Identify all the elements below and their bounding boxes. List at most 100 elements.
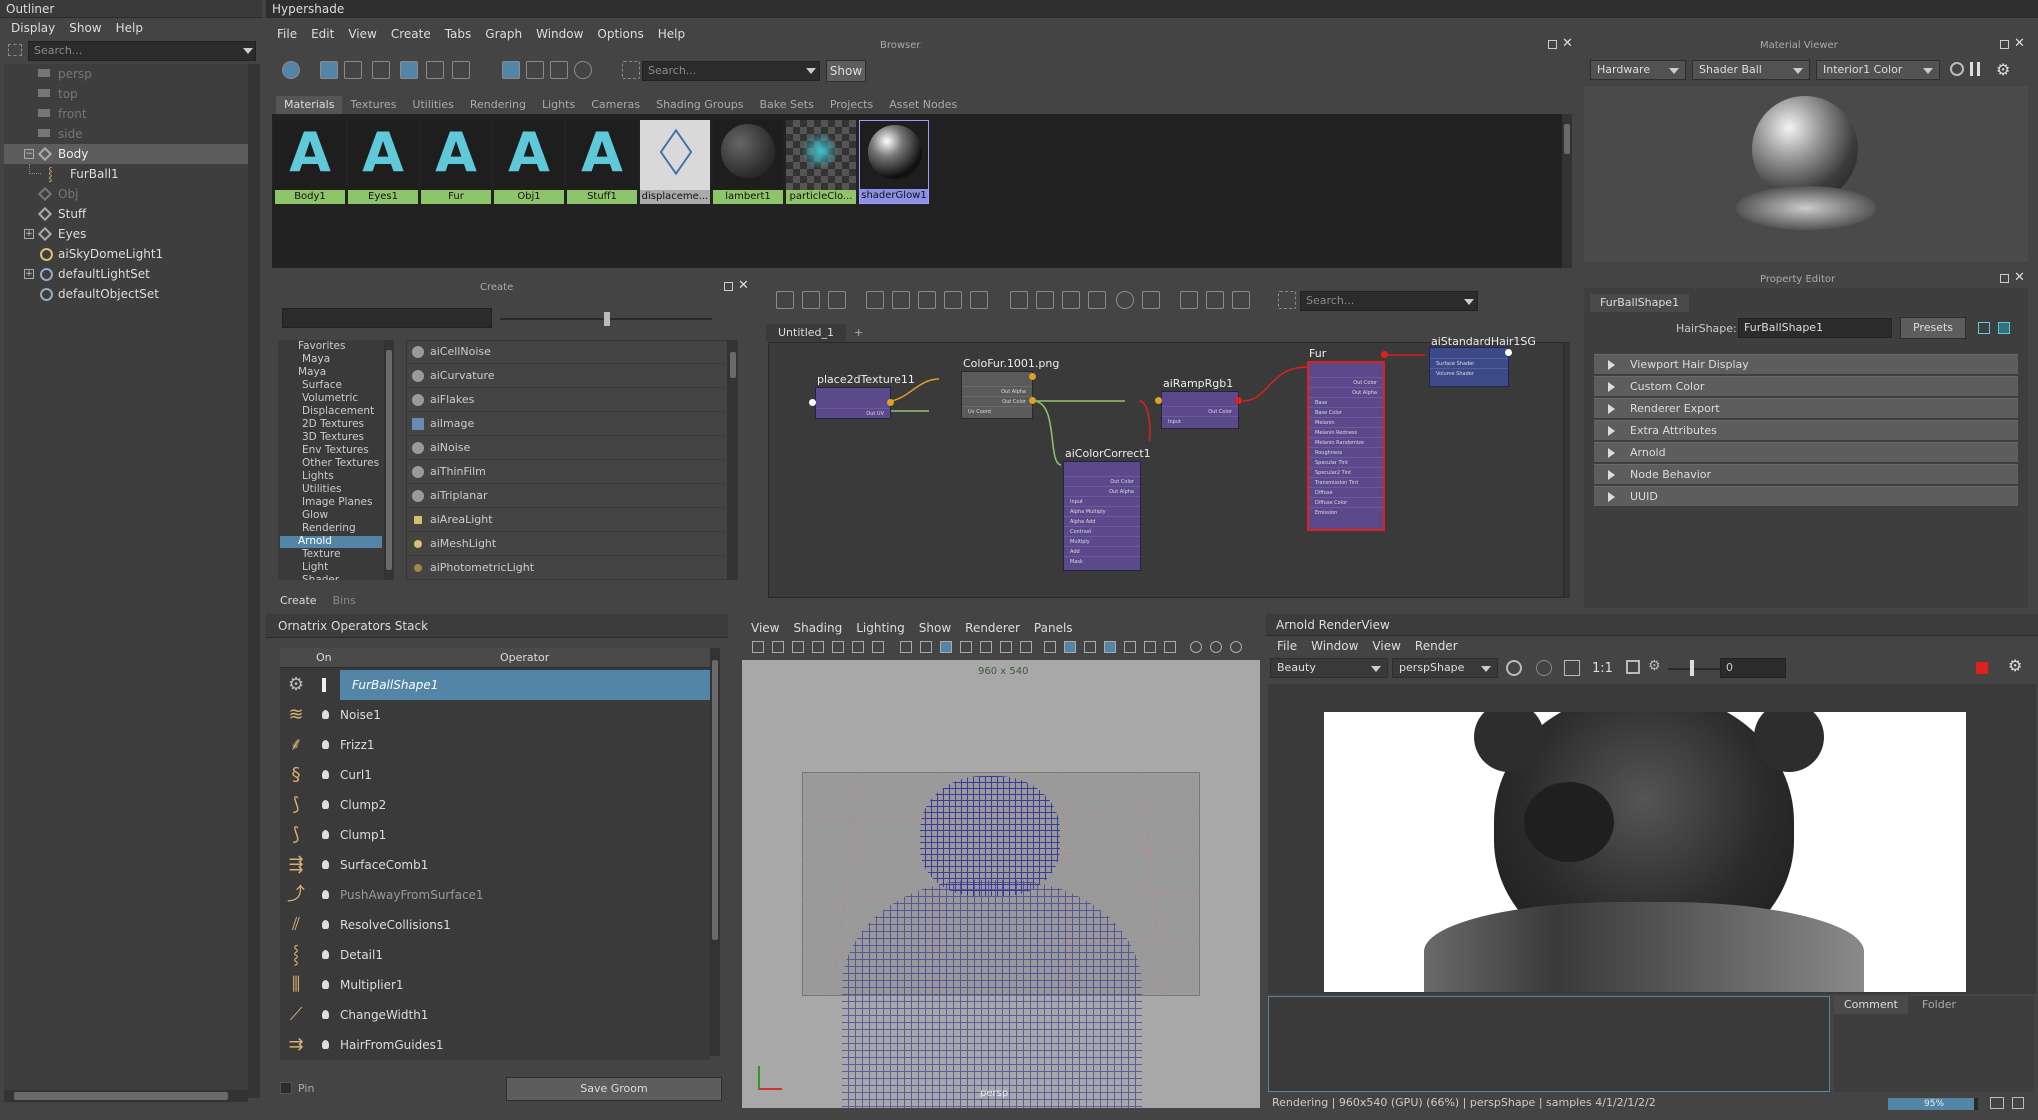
pause-icon[interactable] [1970,62,1980,76]
close-icon[interactable]: ✕ [738,278,749,293]
node-aicolorcorrect[interactable]: Out Color Out Alpha Input Alpha Multiply… [1063,461,1141,571]
section-renderer-export[interactable]: Renderer Export [1594,398,2018,418]
close-icon[interactable]: ✕ [1562,36,1573,51]
aov-dropdown[interactable]: Beauty [1270,658,1388,678]
layout-icon[interactable] [1010,291,1028,309]
sort-type-icon[interactable] [526,61,544,79]
tab-lights[interactable]: Lights [534,96,583,114]
bulb-icon[interactable] [322,800,329,809]
menu-window[interactable]: Window [529,24,590,44]
rv-menu-render[interactable]: Render [1408,636,1465,656]
material-swatch[interactable]: A Fur [421,120,491,204]
vp-tool-icon[interactable] [1124,641,1136,653]
outliner-search-input[interactable]: Search... [28,41,256,61]
operator-row-curl1[interactable]: § Curl1 [280,760,710,790]
vp-menu-show[interactable]: Show [912,618,958,638]
operators-vscroll[interactable] [710,648,720,1056]
create-filter-input[interactable] [282,308,492,328]
graph-tool-icon[interactable] [1232,291,1250,309]
expand-icon[interactable]: + [24,229,34,239]
vp-menu-lighting[interactable]: Lighting [849,618,912,638]
tree-shader[interactable]: Shader [302,574,339,580]
tab-projects[interactable]: Projects [822,96,881,114]
pin-icon[interactable] [322,678,326,692]
create-item-aiflakes[interactable]: aiFlakes [408,388,726,412]
snapshot-icon[interactable] [1564,660,1580,676]
tree-3d-textures[interactable]: 3D Textures [302,431,364,443]
vp-tool-icon[interactable] [940,641,952,653]
vp-tool-icon[interactable] [1020,641,1032,653]
bulb-icon[interactable] [322,710,329,719]
operator-row-clump2[interactable]: ⟆ Clump2 [280,790,710,820]
material-swatch[interactable]: A Obj1 [494,120,564,204]
zoom-ratio-label[interactable]: 1:1 [1592,661,1613,676]
tree-arnold[interactable]: Arnold [298,535,332,547]
graph-tool-icon[interactable] [892,291,910,309]
comment-area[interactable] [1268,996,1830,1092]
save-groom-button[interactable]: Save Groom [506,1077,722,1101]
outliner-item-skydome[interactable]: aiSkyDomeLight1 [4,244,252,264]
material-swatch[interactable]: shaderGlow1 [859,120,929,204]
pin-checkbox[interactable] [280,1082,292,1094]
vp-tool-icon[interactable] [1164,641,1176,653]
node-port[interactable] [1155,397,1162,404]
bulb-icon[interactable] [322,920,329,929]
layout-icon[interactable] [1088,291,1106,309]
exposure-icon[interactable]: ⚙ [1648,658,1661,674]
tree-light[interactable]: Light [302,561,328,573]
search-icon[interactable] [1116,291,1134,309]
exposure-field[interactable]: 0 [1720,658,1786,678]
sort-name-icon[interactable] [502,61,520,79]
create-item-aimeshlight[interactable]: aiMeshLight [408,532,726,556]
outliner-item-top[interactable]: top [4,84,252,104]
large-swatch-icon[interactable] [426,61,444,79]
outliner-hscroll[interactable] [4,1090,248,1102]
menu-graph[interactable]: Graph [478,24,529,44]
vp-tool-icon[interactable] [1190,641,1202,653]
section-viewport-hair-display[interactable]: Viewport Hair Display [1594,354,2018,374]
menu-help[interactable]: Help [651,24,692,44]
frame-icon[interactable] [1626,660,1640,674]
environment-dropdown[interactable]: Interior1 Color [1816,60,1940,80]
rv-menu-file[interactable]: File [1270,636,1304,656]
gear-icon[interactable]: ⚙ [2008,656,2022,675]
create-tree-vscroll[interactable] [384,340,394,580]
tab-cameras[interactable]: Cameras [583,96,648,114]
graph-tool-icon[interactable] [802,291,820,309]
operator-row-frizz1[interactable]: ⸙ Frizz1 [280,730,710,760]
graph-tool-icon[interactable] [970,291,988,309]
node-port[interactable] [1235,397,1242,404]
vp-tool-icon[interactable] [980,641,992,653]
graph-tool-icon[interactable] [828,291,846,309]
outliner-item-furball1[interactable]: ⸾ FurBall1 [4,164,252,184]
float-icon[interactable] [2000,274,2009,283]
tree-image-planes[interactable]: Image Planes [302,496,373,508]
material-swatch[interactable]: A Stuff1 [567,120,637,204]
tab-folder[interactable]: Folder [1914,996,1964,1014]
medium-swatch-icon[interactable] [400,61,418,79]
outliner-item-side[interactable]: side [4,124,252,144]
rgb-icon[interactable] [1536,660,1552,676]
bulb-icon[interactable] [322,770,329,779]
graph-tool-icon[interactable] [1142,291,1160,309]
presets-button[interactable]: Presets [1900,317,1966,339]
refresh-icon[interactable] [574,61,592,79]
material-swatch[interactable]: A Body1 [275,120,345,204]
tab-textures[interactable]: Textures [342,96,404,114]
snapshot-icon[interactable] [1990,1097,2004,1109]
section-arnold[interactable]: Arnold [1594,442,2018,462]
outliner-item-objectset[interactable]: defaultObjectSet [4,284,252,304]
outliner-item-body[interactable]: − Body [4,144,248,164]
tab-asset-nodes[interactable]: Asset Nodes [881,96,965,114]
create-item-aicurvature[interactable]: aiCurvature [408,364,726,388]
list-view-icon[interactable] [344,61,362,79]
sort-time-icon[interactable] [550,61,568,79]
render-canvas[interactable] [1268,684,2036,994]
bulb-icon[interactable] [322,980,329,989]
chevron-down-icon[interactable] [243,48,253,54]
node-graph-canvas[interactable]: place2dTexture11 Out UV ColoFur.1001.png… [768,335,1564,598]
operator-row-changewidth1[interactable]: ⟋ ChangeWidth1 [280,1000,710,1030]
vp-tool-icon[interactable] [832,641,844,653]
collapse-icon[interactable]: − [24,149,34,159]
section-extra-attributes[interactable]: Extra Attributes [1594,420,2018,440]
